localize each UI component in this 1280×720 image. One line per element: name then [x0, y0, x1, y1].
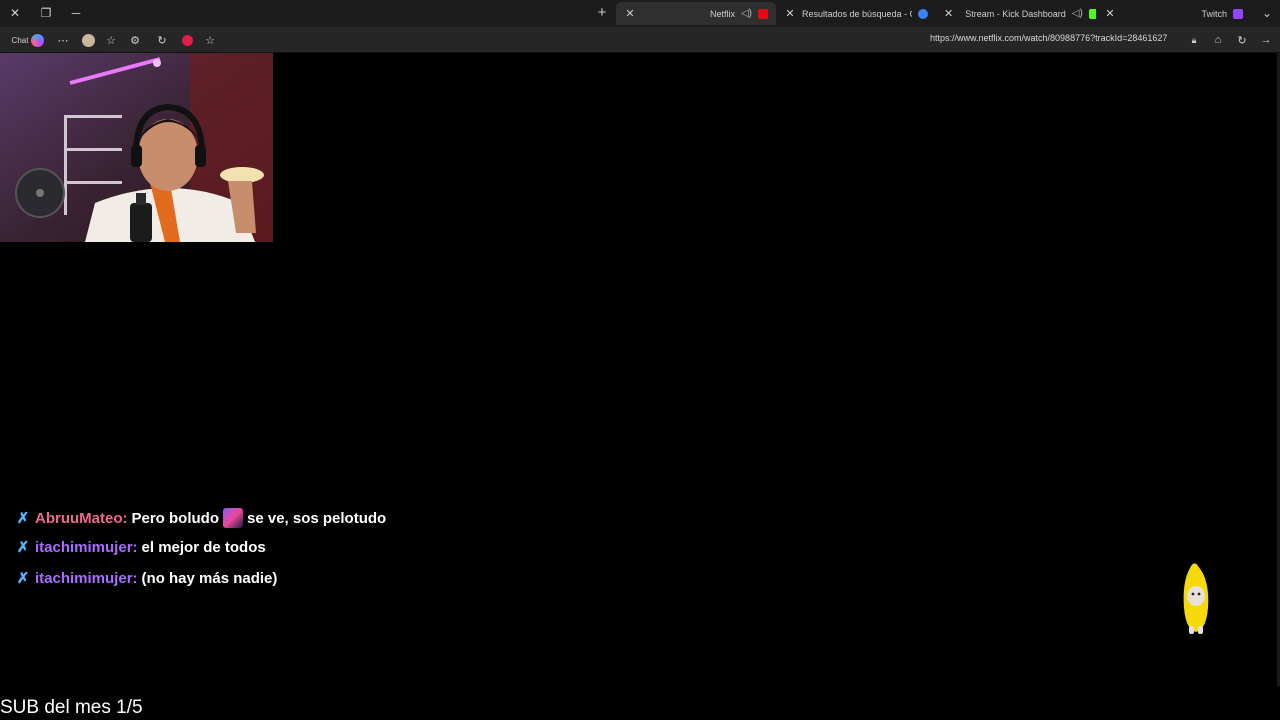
chat-text: Pero boludo: [131, 509, 220, 527]
close-tab-icon[interactable]: ✕: [944, 7, 953, 20]
browser-toolbar: Chat ⋯ ☆ ⚙ ↻ ☆ https://www.netflix.com/w…: [0, 28, 1280, 53]
sword-badge-icon: ✗: [16, 539, 30, 556]
tab-cuevana[interactable]: ✕ Resultados de búsqueda - Cuevan: [776, 2, 936, 25]
copilot-icon: [31, 33, 45, 47]
cuevana-favicon-icon: [918, 8, 928, 19]
site-info-lock-icon[interactable]: 🔒︎: [1186, 31, 1202, 49]
adblock-extension-icon[interactable]: [178, 31, 196, 49]
sword-badge-icon: ✗: [16, 570, 30, 587]
twitch-favicon-icon: [1233, 8, 1243, 19]
close-tab-icon[interactable]: ✕: [1104, 7, 1116, 20]
restore-window-icon[interactable]: ❐: [36, 4, 56, 22]
speaker-icon[interactable]: ◁): [1072, 8, 1083, 19]
favorites-icon[interactable]: ☆: [102, 31, 120, 49]
chat-label: Chat: [11, 35, 29, 45]
chat-username: itachimimujer:: [35, 538, 138, 556]
more-options-icon[interactable]: ⋯: [54, 31, 72, 49]
profile-avatar-icon[interactable]: [79, 31, 97, 49]
close-window-icon[interactable]: ✕: [5, 4, 25, 22]
reload-icon[interactable]: ↻: [1233, 31, 1251, 49]
add-favorite-star-icon[interactable]: ☆: [201, 31, 219, 49]
tab-title: Stream - Kick Dashboard: [965, 8, 1066, 19]
close-tab-icon[interactable]: ✕: [784, 7, 796, 20]
chat-username: AbruuMateo:: [35, 509, 128, 527]
chat-text: (no hay más nadie): [141, 569, 278, 587]
back-arrow-icon[interactable]: →: [1257, 31, 1275, 49]
sub-counter-text: SUB del mes 1/5: [0, 697, 143, 718]
refresh-extension-icon[interactable]: ↻: [153, 31, 171, 49]
kick-favicon-icon: [1088, 8, 1096, 19]
tab-twitch[interactable]: ✕ Twitch: [1096, 2, 1251, 25]
chat-message: ✗ AbruuMateo: Pero boludo se ve, sos pel…: [15, 508, 386, 528]
tab-netflix[interactable]: ✕ Netflix ◁): [616, 2, 776, 25]
tab-kick[interactable]: ✕ Stream - Kick Dashboard ◁): [936, 2, 1096, 25]
chat-text: se ve, sos pelotudo: [247, 509, 387, 527]
chat-message: ✗ itachimimujer: el mejor de todos: [15, 538, 266, 557]
tab-title: Resultados de búsqueda - Cuevan: [802, 8, 912, 19]
speaker-icon[interactable]: ◁): [741, 8, 752, 19]
new-tab-button[interactable]: +: [592, 4, 612, 22]
webcam-overlay: [0, 53, 273, 242]
tab-title: Netflix: [709, 8, 735, 19]
tab-title: Twitch: [1201, 8, 1227, 19]
extensions-icon[interactable]: ⚙: [126, 31, 144, 49]
minimize-window-icon[interactable]: ─: [66, 4, 86, 22]
chat-username: itachimimujer:: [35, 569, 138, 587]
chat-emote-icon: [223, 508, 243, 528]
chat-text: el mejor de todos: [141, 538, 266, 556]
tab-list-chevron-icon[interactable]: ⌄: [1257, 4, 1277, 22]
address-bar-url[interactable]: https://www.netflix.com/watch/80988776?t…: [930, 33, 1167, 43]
netflix-favicon-icon: [758, 8, 768, 19]
chat-button[interactable]: Chat: [6, 31, 50, 49]
banana-cat-mascot-icon: [1183, 563, 1209, 634]
chat-message: ✗ itachimimujer: (no hay más nadie): [15, 569, 278, 588]
home-icon[interactable]: ⌂: [1209, 31, 1227, 49]
sword-badge-icon: ✗: [16, 510, 30, 527]
streamer-webcam-image: [0, 53, 273, 242]
close-tab-icon[interactable]: ✕: [624, 7, 636, 20]
tab-strip: ✕ ❐ ─ + ✕ Netflix ◁) ✕ Resultados de bús…: [0, 0, 1280, 28]
